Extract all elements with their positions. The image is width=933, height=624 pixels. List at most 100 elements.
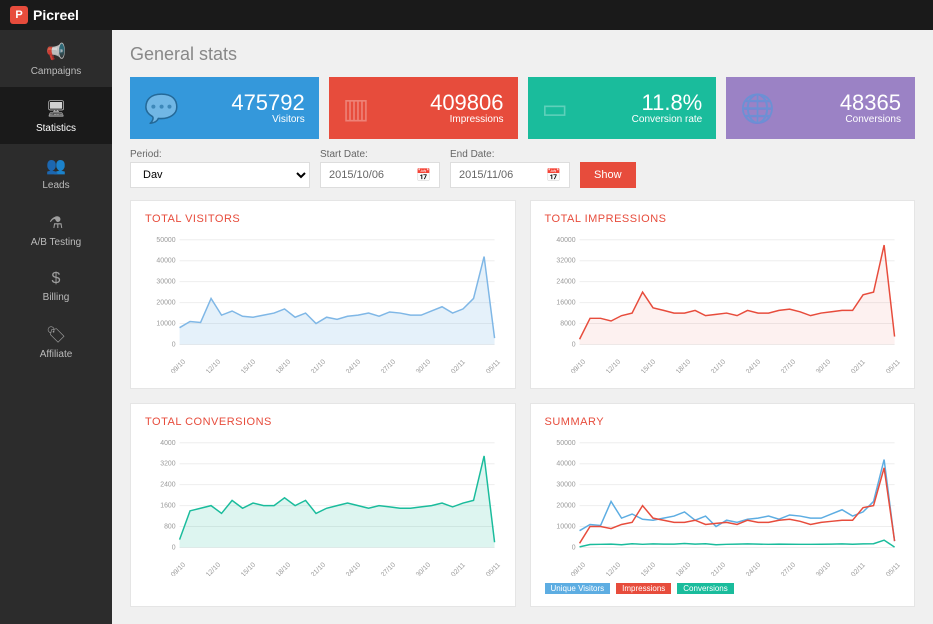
legend-visitors: Unique Visitors [545, 583, 611, 594]
svg-text:09/10: 09/10 [170, 561, 187, 576]
svg-text:12/10: 12/10 [205, 358, 222, 373]
logo-icon: P [10, 6, 28, 24]
charts-grid: TOTAL VISITORS 0100002000030000400005000… [130, 200, 915, 607]
sidebar-item-abtesting[interactable]: ⚗ A/B Testing [0, 201, 112, 258]
chart-svg-impressions: 080001600024000320004000009/1012/1015/10… [545, 233, 901, 373]
chart-icon: 🖥 [4, 99, 108, 119]
sidebar-item-billing[interactable]: $ Billing [0, 258, 112, 313]
svg-text:27/10: 27/10 [779, 358, 796, 373]
svg-text:12/10: 12/10 [604, 561, 621, 576]
page-title: General stats [130, 44, 915, 65]
svg-text:18/10: 18/10 [674, 561, 691, 576]
svg-text:30/10: 30/10 [814, 561, 831, 576]
sidebar-item-affiliate[interactable]: 🏷 Affiliate [0, 313, 112, 370]
globe-icon: 🌐 [740, 92, 775, 125]
card-value: 475792 [231, 92, 304, 114]
svg-text:05/11: 05/11 [885, 562, 900, 576]
svg-text:27/10: 27/10 [779, 561, 796, 576]
svg-text:21/10: 21/10 [709, 358, 726, 373]
stat-cards: 💬 475792 Visitors ▥ 409806 Impressions ▭… [130, 77, 915, 139]
end-date-value: 2015/11/06 [459, 169, 513, 181]
sidebar: 📢 Campaigns 🖥 Statistics 👥 Leads ⚗ A/B T… [0, 30, 112, 624]
svg-text:02/11: 02/11 [850, 562, 867, 576]
svg-text:18/10: 18/10 [275, 358, 292, 373]
end-date-filter: End Date: 2015/11/06 📅 [450, 149, 570, 188]
chat-icon: 💬 [144, 92, 179, 125]
card-value: 48365 [840, 92, 901, 114]
logo: P Picreel [10, 6, 79, 24]
sidebar-item-label: Leads [42, 180, 69, 191]
chart-svg-conversions: 0800160024003200400009/1012/1015/1018/10… [145, 436, 501, 576]
start-date-input[interactable]: 2015/10/06 📅 [320, 162, 440, 188]
show-button[interactable]: Show [580, 162, 636, 188]
svg-text:24/10: 24/10 [345, 561, 362, 576]
svg-text:0: 0 [172, 544, 176, 551]
start-date-filter: Start Date: 2015/10/06 📅 [320, 149, 440, 188]
filters: Period: Dav Start Date: 2015/10/06 📅 End… [130, 149, 915, 188]
start-date-value: 2015/10/06 [329, 169, 384, 181]
sidebar-item-campaigns[interactable]: 📢 Campaigns [0, 30, 112, 87]
card-label: Conversion rate [632, 114, 703, 125]
sidebar-item-label: Billing [43, 292, 70, 303]
card-label: Impressions [430, 114, 503, 125]
card-value: 409806 [430, 92, 503, 114]
svg-text:800: 800 [164, 524, 176, 531]
sidebar-item-leads[interactable]: 👥 Leads [0, 144, 112, 201]
svg-text:21/10: 21/10 [709, 561, 726, 576]
svg-text:3200: 3200 [160, 461, 176, 468]
svg-text:1600: 1600 [160, 503, 176, 510]
megaphone-icon: 📢 [4, 42, 108, 62]
svg-text:40000: 40000 [556, 461, 575, 468]
end-date-label: End Date: [450, 149, 570, 160]
period-filter: Period: Dav [130, 149, 310, 188]
card-label: Visitors [231, 114, 304, 125]
svg-text:09/10: 09/10 [569, 561, 586, 576]
svg-text:2400: 2400 [160, 482, 176, 489]
svg-text:24000: 24000 [556, 279, 575, 286]
period-select[interactable]: Dav [130, 162, 310, 188]
svg-text:21/10: 21/10 [310, 561, 327, 576]
svg-text:05/11: 05/11 [485, 562, 500, 576]
svg-text:10000: 10000 [556, 524, 575, 531]
legend-impressions: Impressions [616, 583, 671, 594]
chart-title: TOTAL IMPRESSIONS [545, 213, 901, 225]
svg-text:18/10: 18/10 [674, 358, 691, 373]
summary-legend: Unique Visitors Impressions Conversions [545, 583, 901, 594]
bar-chart-icon: ▥ [343, 92, 369, 125]
card-conversion-rate: ▭ 11.8% Conversion rate [528, 77, 717, 139]
topbar: P Picreel [0, 0, 933, 30]
calendar-icon: 📅 [416, 168, 431, 182]
dollar-icon: $ [4, 270, 108, 288]
svg-text:05/11: 05/11 [485, 359, 500, 373]
svg-text:27/10: 27/10 [380, 358, 397, 373]
svg-text:15/10: 15/10 [240, 561, 257, 576]
svg-text:15/10: 15/10 [639, 358, 656, 373]
chart-conversions: TOTAL CONVERSIONS 0800160024003200400009… [130, 403, 516, 607]
svg-text:40000: 40000 [156, 258, 175, 265]
svg-text:15/10: 15/10 [240, 358, 257, 373]
svg-text:10000: 10000 [156, 321, 175, 328]
chart-impressions: TOTAL IMPRESSIONS 0800016000240003200040… [530, 200, 916, 389]
svg-text:40000: 40000 [556, 237, 575, 244]
svg-text:02/11: 02/11 [450, 562, 467, 576]
briefcase-icon: ▭ [542, 92, 568, 125]
start-date-label: Start Date: [320, 149, 440, 160]
svg-text:12/10: 12/10 [604, 358, 621, 373]
main-content: General stats 💬 475792 Visitors ▥ 409806… [112, 30, 933, 624]
sidebar-item-statistics[interactable]: 🖥 Statistics [0, 87, 112, 144]
chart-title: TOTAL CONVERSIONS [145, 416, 501, 428]
svg-text:21/10: 21/10 [310, 358, 327, 373]
svg-text:32000: 32000 [556, 258, 575, 265]
chart-summary: SUMMARY 0100002000030000400005000009/101… [530, 403, 916, 607]
end-date-input[interactable]: 2015/11/06 📅 [450, 162, 570, 188]
sidebar-item-label: Campaigns [31, 66, 82, 77]
svg-text:09/10: 09/10 [569, 358, 586, 373]
card-value: 11.8% [632, 92, 703, 114]
svg-text:0: 0 [571, 544, 575, 551]
svg-text:27/10: 27/10 [380, 561, 397, 576]
users-icon: 👥 [4, 156, 108, 176]
svg-text:24/10: 24/10 [744, 358, 761, 373]
chart-visitors: TOTAL VISITORS 0100002000030000400005000… [130, 200, 516, 389]
svg-text:30/10: 30/10 [814, 358, 831, 373]
sidebar-item-label: Affiliate [40, 349, 73, 360]
